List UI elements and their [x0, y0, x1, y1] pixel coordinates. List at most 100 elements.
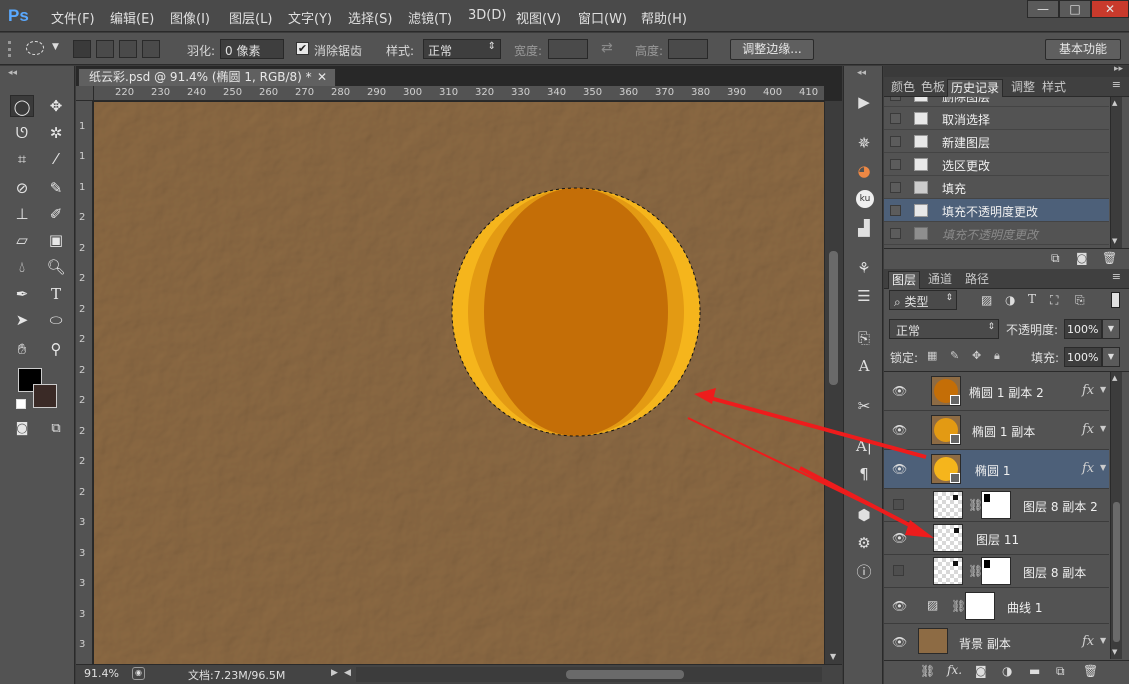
tool-presets-icon[interactable]: ✂ [853, 395, 875, 417]
menu-image[interactable]: 图像(I) [170, 8, 210, 27]
collapse-dock-icon[interactable]: ▸▸ [1114, 64, 1123, 74]
history-item[interactable]: 删除图层 [884, 97, 1109, 107]
filter-adjustment-icon[interactable]: ◑ [1005, 293, 1015, 307]
layer-effects-icon[interactable]: fx [1082, 634, 1094, 649]
history-item-selected[interactable]: 填充不透明度更改 [884, 199, 1109, 222]
new-adjustment-icon[interactable]: ◑ [1002, 664, 1012, 678]
history-snapshot-checkbox[interactable] [890, 113, 901, 124]
background-color-swatch[interactable] [33, 384, 57, 408]
vertical-scrollbar[interactable]: ▼ [824, 101, 842, 664]
layer-row[interactable]: 👁︎ 椭圆 1 副本 2 fx ▼ [884, 372, 1109, 411]
tab-styles[interactable]: 样式 [1039, 79, 1069, 97]
tab-layers[interactable]: 图层 [888, 271, 921, 289]
scroll-up-icon[interactable]: ▲ [1112, 374, 1117, 382]
visibility-eye-icon[interactable]: 👁︎ [892, 423, 907, 437]
fill-input[interactable]: 100% [1064, 347, 1102, 367]
tool-preset-arrow-icon[interactable]: ▼ [52, 42, 59, 52]
layer-row-selected[interactable]: 👁︎ 椭圆 1 fx ▼ [884, 450, 1109, 489]
status-info-icon[interactable]: ◉ [132, 667, 145, 680]
visibility-eye-icon[interactable]: 👁︎ [892, 599, 907, 613]
antialias-checkbox[interactable]: ✔ [296, 42, 309, 55]
tab-swatches[interactable]: 色板 [918, 79, 948, 97]
history-item[interactable]: 选区更改 [884, 153, 1109, 176]
horizontal-scrollbar[interactable] [356, 667, 822, 682]
brush-presets-icon[interactable]: ✵ [853, 132, 875, 154]
brush-panel-icon[interactable]: ⚘ [853, 257, 875, 279]
scroll-down-icon[interactable]: ▼ [1112, 648, 1117, 656]
delete-state-icon[interactable]: 🗑︎ [1102, 251, 1117, 265]
ellipse-marquee-icon[interactable] [26, 41, 44, 55]
history-panel-menu-icon[interactable]: ≡ [1112, 78, 1121, 91]
ellipse-shape-icon[interactable]: ⬭ [44, 309, 68, 331]
paragraph-style-icon[interactable]: A [853, 355, 875, 377]
add-selection-icon[interactable] [96, 40, 114, 58]
path-selection-icon[interactable]: ➤ [10, 309, 34, 331]
history-snapshot-checkbox[interactable] [890, 97, 901, 101]
snapshot-camera-icon[interactable]: ◙ [1076, 251, 1088, 265]
status-menu-arrow-icon[interactable]: ▶ [331, 668, 338, 678]
filter-smart-object-icon[interactable]: ⎘ [1075, 293, 1085, 308]
blend-mode-select[interactable]: 正常 ⇕ [889, 319, 999, 339]
gradient-icon[interactable]: ▣ [44, 229, 68, 251]
history-item[interactable]: 取消选择 [884, 107, 1109, 130]
layers-panel-menu-icon[interactable]: ≡ [1112, 270, 1121, 283]
layer-row[interactable]: 👁︎ 背景 副本 fx ▼ [884, 624, 1109, 659]
refine-edge-button[interactable]: 调整边缘... [730, 39, 814, 60]
visibility-toggle[interactable] [893, 565, 904, 576]
quick-mask-icon[interactable]: ◙ [10, 418, 34, 440]
close-button[interactable]: ✕ [1091, 0, 1129, 18]
play-actions-icon[interactable]: ▶ [853, 91, 875, 113]
marquee-tool-icon[interactable]: ◯ [10, 95, 34, 117]
pen-tool-icon[interactable]: ✒ [10, 283, 34, 305]
filter-toggle[interactable] [1111, 292, 1120, 308]
new-group-icon[interactable]: ▬ [1029, 664, 1040, 678]
expand-effects-icon[interactable]: ▼ [1100, 424, 1106, 433]
layer-row[interactable]: 👁︎ 图层 11 [884, 522, 1109, 555]
tab-history[interactable]: 历史记录 [947, 79, 1004, 97]
tab-adjustments[interactable]: 调整 [1008, 79, 1038, 97]
history-snapshot-checkbox[interactable] [890, 182, 901, 193]
menu-window[interactable]: 窗口(W) [578, 8, 627, 27]
eyedropper-icon[interactable]: ⁄ [44, 148, 68, 170]
layer-comps-icon[interactable]: ⚙ [853, 532, 875, 554]
visibility-eye-icon[interactable]: 👁︎ [892, 635, 907, 649]
3d-icon[interactable]: ⬢ [853, 504, 875, 526]
intersect-selection-icon[interactable] [142, 40, 160, 58]
eraser-icon[interactable]: ▱ [10, 229, 34, 251]
menu-3d[interactable]: 3D(D) [468, 8, 506, 23]
close-tab-icon[interactable]: ✕ [317, 69, 327, 86]
layer-row[interactable]: ⛓ 图层 8 副本 2 [884, 489, 1109, 522]
menu-edit[interactable]: 编辑(E) [110, 8, 154, 27]
histogram-icon[interactable]: ▟ [853, 217, 875, 239]
new-document-from-state-icon[interactable]: ⧉ [1051, 251, 1060, 266]
expand-effects-icon[interactable]: ▼ [1100, 385, 1106, 394]
clone-source-icon[interactable]: ⎘ [853, 327, 875, 349]
layer-row[interactable]: 👁︎ ▨ ⛓ 曲线 1 [884, 588, 1109, 624]
default-colors-icon[interactable] [16, 399, 26, 409]
layer-effects-icon[interactable]: fx [1082, 461, 1094, 476]
mask-link-icon[interactable]: ⛓ [951, 599, 966, 613]
tab-channels[interactable]: 通道 [925, 271, 955, 289]
clone-stamp-icon[interactable]: ⊥ [10, 203, 34, 225]
kuler-icon[interactable]: ku [856, 190, 874, 208]
collapse-icon[interactable]: ◂◂ [8, 68, 17, 78]
history-snapshot-checkbox[interactable] [890, 205, 901, 216]
lock-all-icon[interactable]: 🔒︎ [994, 349, 1000, 363]
move-tool-icon[interactable]: ✥ [44, 95, 68, 117]
scroll-down-icon[interactable]: ▼ [1112, 237, 1117, 245]
add-style-icon[interactable]: fx. [947, 663, 962, 677]
new-layer-icon[interactable]: ⧉ [1056, 664, 1065, 679]
new-selection-icon[interactable] [73, 40, 91, 58]
brush-tool-icon[interactable]: ✎ [44, 177, 68, 199]
layer-row[interactable]: 👁︎ 椭圆 1 副本 fx ▼ [884, 411, 1109, 450]
info-icon[interactable]: ⓘ [853, 561, 875, 583]
collapse-panels-icon[interactable]: ◂◂ [857, 68, 866, 78]
document-tab[interactable]: 纸云彩.psd @ 91.4% (椭圆 1, RGB/8) * ✕ [78, 68, 336, 87]
vertical-scroll-thumb[interactable] [829, 251, 838, 385]
character-icon[interactable]: A| [853, 435, 875, 457]
visibility-toggle[interactable] [893, 499, 904, 510]
fill-dropdown-icon[interactable]: ▼ [1102, 347, 1120, 367]
history-item[interactable]: 新建图层 [884, 130, 1109, 153]
layer-mask-thumbnail[interactable] [981, 491, 1011, 519]
adjustments-icon[interactable]: ☰ [853, 285, 875, 307]
